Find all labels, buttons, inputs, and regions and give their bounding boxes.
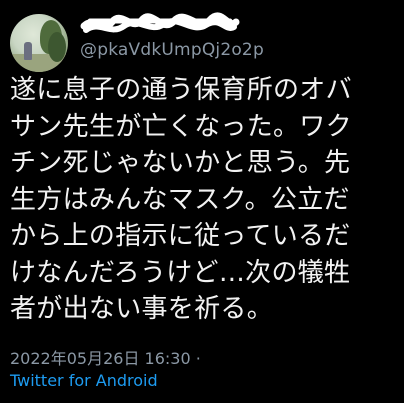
user-handle[interactable]: @pkaVdkUmpQj2o2p (80, 40, 264, 60)
meta-separator: · (195, 349, 201, 368)
avatar-figure (24, 42, 32, 60)
tweet-text-line: 生方はみんなマスク。公立だ (10, 184, 350, 215)
tweet-text-line: 者が出ない事を祈る。 (10, 294, 274, 324)
redacted-display-name (80, 12, 240, 33)
tweet-source-link[interactable]: Twitter for Android (10, 371, 158, 390)
avatar-tree (48, 32, 66, 62)
tweet-text: 遂に息子の通う保育所のオバ サン先生が亡くなった。ワク チン死じゃないかと思う。… (10, 72, 400, 328)
tweet-meta: 2022年05月26日 16:30 · (10, 345, 201, 369)
tweet-text-line: 遂に息子の通う保育所のオバ (10, 75, 352, 105)
tweet-text-line: チン死じゃないかと思う。先 (10, 148, 351, 178)
avatar[interactable] (10, 14, 68, 72)
tweet-card: @pkaVdkUmpQj2o2p 遂に息子の通う保育所のオバ サン先生が亡くなっ… (0, 0, 404, 403)
tweet-text-line: けなんだろうけど…次の犠牲 (10, 257, 351, 288)
tweet-text-line: から上の指示に従っているだ (10, 221, 351, 251)
tweet-text-line: サン先生が亡くなった。ワク (10, 111, 352, 142)
tweet-timestamp[interactable]: 2022年05月26日 16:30 (10, 349, 191, 368)
